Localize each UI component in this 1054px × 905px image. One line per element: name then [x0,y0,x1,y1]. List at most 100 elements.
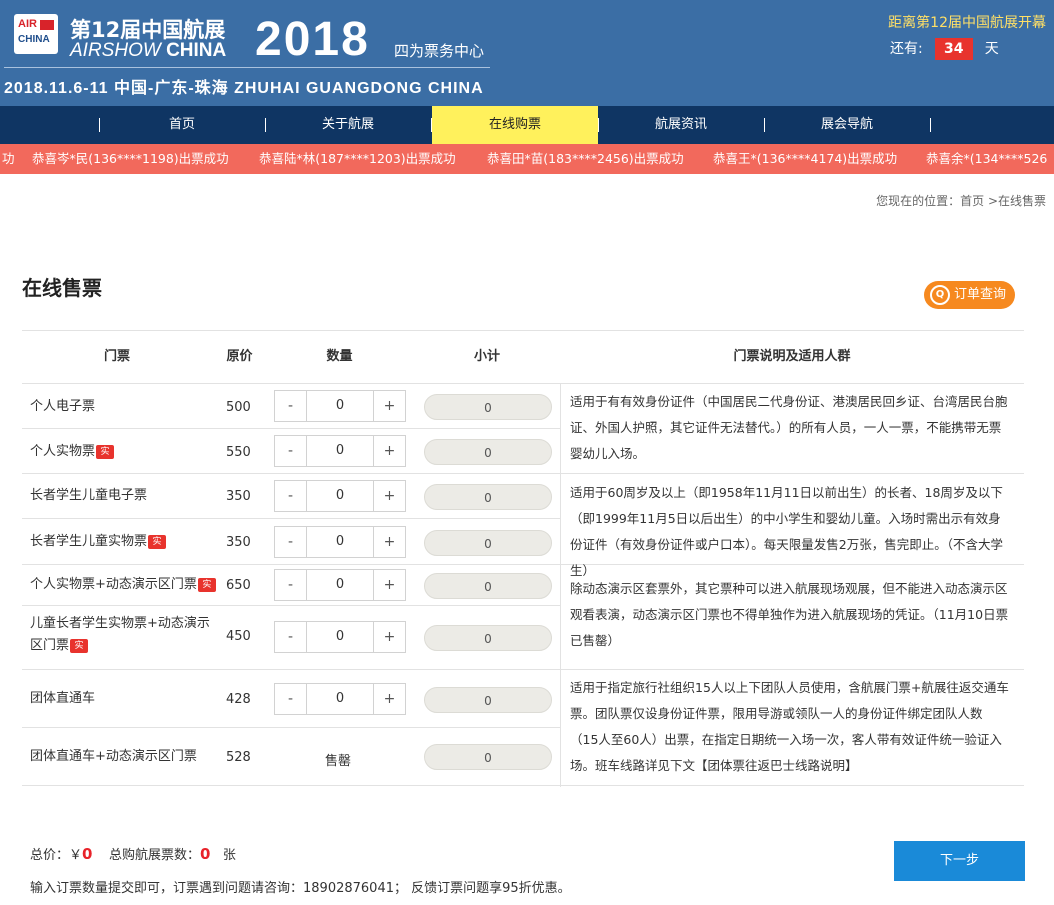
row-divider [22,605,560,606]
page-title: 在线售票 [22,276,102,300]
increase-button[interactable]: + [373,622,405,652]
decrease-button[interactable]: - [275,436,307,466]
ticket-name-wrap: 儿童长者学生实物票+动态演示区门票实 [30,613,210,657]
logo-text-top: AIR [18,18,37,30]
ticket-name: 个人实物票+动态演示区门票 [30,577,197,592]
subtotal-field: 0 [424,625,552,651]
ticket-name-wrap: 个人实物票实 [30,441,215,463]
quantity-stepper: - 0 + [274,569,406,601]
ticket-name: 个人电子票 [30,399,96,414]
header-center-name: 四为票务中心 [394,42,485,60]
logo-text-bottom: CHINA [18,34,50,45]
increase-button[interactable]: + [373,684,405,714]
physical-ticket-icon: 实 [70,638,89,653]
ticket-count-label: 总购航展票数： [108,848,200,863]
countdown-days: 34 [934,38,973,60]
quantity-stepper: - 0 + [274,390,406,422]
ticket-name: 长者学生儿童实物票 [30,534,148,549]
decrease-button[interactable]: - [275,481,307,511]
ticket-price: 428 [226,692,251,707]
increase-button[interactable]: + [373,436,405,466]
nav-item-about[interactable]: 关于航展 [265,106,431,144]
order-query-label: 订单查询 [954,287,1007,302]
row-divider [22,473,1024,474]
quantity-stepper: - 0 + [274,683,406,715]
purchase-ticker: 功 恭喜岑*民(136****1198)出票成功 恭喜陆*林(187****12… [0,144,1054,174]
logo-flag-icon [40,20,54,30]
quantity-stepper: - 0 + [274,435,406,467]
header-title-en-1: AIRSHOW [70,40,167,61]
quantity-input[interactable]: 0 [308,684,372,714]
ticket-count-unit: 张 [222,848,236,863]
nav-item-news[interactable]: 航展资讯 [598,106,764,144]
ticket-price: 528 [226,750,251,765]
header-date-line: 2018.11.6-11 中国-广东-珠海 ZHUHAI GUANGDONG C… [4,80,484,97]
quantity-input[interactable]: 0 [308,391,372,421]
ticket-price: 450 [226,629,251,644]
subtotal-field: 0 [424,530,552,556]
ticker-item: 恭喜岑*民(136****1198)出票成功 [32,151,229,166]
row-divider [22,428,560,429]
countdown: 还有: 34 天 [890,38,999,60]
total-price-label: 总价：￥ [30,848,83,863]
row-divider [22,518,560,519]
nav-item-buy-tickets[interactable]: 在线购票 [432,106,598,144]
quantity-stepper: - 0 + [274,526,406,558]
quantity-input[interactable]: 0 [308,481,372,511]
countdown-unit: 天 [984,41,999,57]
nav-item-guide[interactable]: 展会导航 [764,106,930,144]
quantity-input[interactable]: 0 [308,622,372,652]
column-divider [560,383,561,787]
ticket-description: 适用于60周岁及以上（即1958年11月11日以前出生）的长者、18周岁及以下（… [570,485,1003,578]
ticker-item: 恭喜陆*林(187****1203)出票成功 [259,151,456,166]
nav-separator [930,118,931,132]
row-divider [22,383,1024,384]
decrease-button[interactable]: - [275,684,307,714]
quantity-input[interactable]: 0 [308,436,372,466]
ticker-item: 功 [2,151,15,166]
quantity-input[interactable]: 0 [308,527,372,557]
search-order-icon: Q [930,285,950,305]
total-price-value: 0 [82,845,93,863]
next-step-button[interactable]: 下一步 [894,841,1025,881]
ticket-description: 适用于指定旅行社组织15人以上下团队人员使用，含航展门票+航展往返交通车票。团队… [570,680,1009,773]
countdown-title: 距离第12届中国航展开幕 [888,15,1046,31]
col-header-description: 门票说明及适用人群 [733,349,851,364]
decrease-button[interactable]: - [275,622,307,652]
ticket-count-value: 0 [200,845,211,863]
ticket-description: 除动态演示区套票外，其它票种可以进入航展现场观展，但不能进入动态演示区观看表演，… [570,581,1009,648]
nav-item-home[interactable]: 首页 [99,106,265,144]
ticket-name: 长者学生儿童电子票 [30,488,148,503]
increase-button[interactable]: + [373,481,405,511]
increase-button[interactable]: + [373,391,405,421]
physical-ticket-icon: 实 [96,444,115,459]
airshow-logo[interactable]: AIR CHINA [14,14,58,54]
subtotal-field: 0 [424,744,552,770]
ticker-item: 恭喜田*苗(183****2456)出票成功 [487,151,684,166]
decrease-button[interactable]: - [275,527,307,557]
total-summary: 总价：￥0 总购航展票数：0 张 [30,844,236,863]
decrease-button[interactable]: - [275,391,307,421]
ticket-price: 500 [226,400,251,415]
header-year: 2018 [255,13,370,66]
decrease-button[interactable]: - [275,570,307,600]
quantity-stepper: - 0 + [274,621,406,653]
ticket-name: 团体直通车 [30,691,96,706]
ticket-name-wrap: 个人实物票+动态演示区门票实 [30,574,230,596]
sold-out-label: 售罄 [325,754,352,769]
increase-button[interactable]: + [373,570,405,600]
subtotal-field: 0 [424,687,552,713]
increase-button[interactable]: + [373,527,405,557]
contact-notice: 输入订票数量提交即可，订票遇到问题请咨询：18902876041； 反馈订票问题… [30,881,571,896]
ticket-price: 550 [226,445,251,460]
col-header-subtotal: 小计 [473,349,500,364]
header-divider [4,67,490,68]
physical-ticket-icon: 实 [148,534,167,549]
breadcrumb: 您现在的位置：首页 >在线售票 [876,194,1046,208]
quantity-input[interactable]: 0 [308,570,372,600]
subtotal-field: 0 [424,439,552,465]
col-header-quantity: 数量 [326,349,353,364]
order-query-button[interactable]: Q 订单查询 [924,281,1015,309]
ticket-price: 350 [226,489,251,504]
countdown-prefix: 还有: [890,41,923,57]
